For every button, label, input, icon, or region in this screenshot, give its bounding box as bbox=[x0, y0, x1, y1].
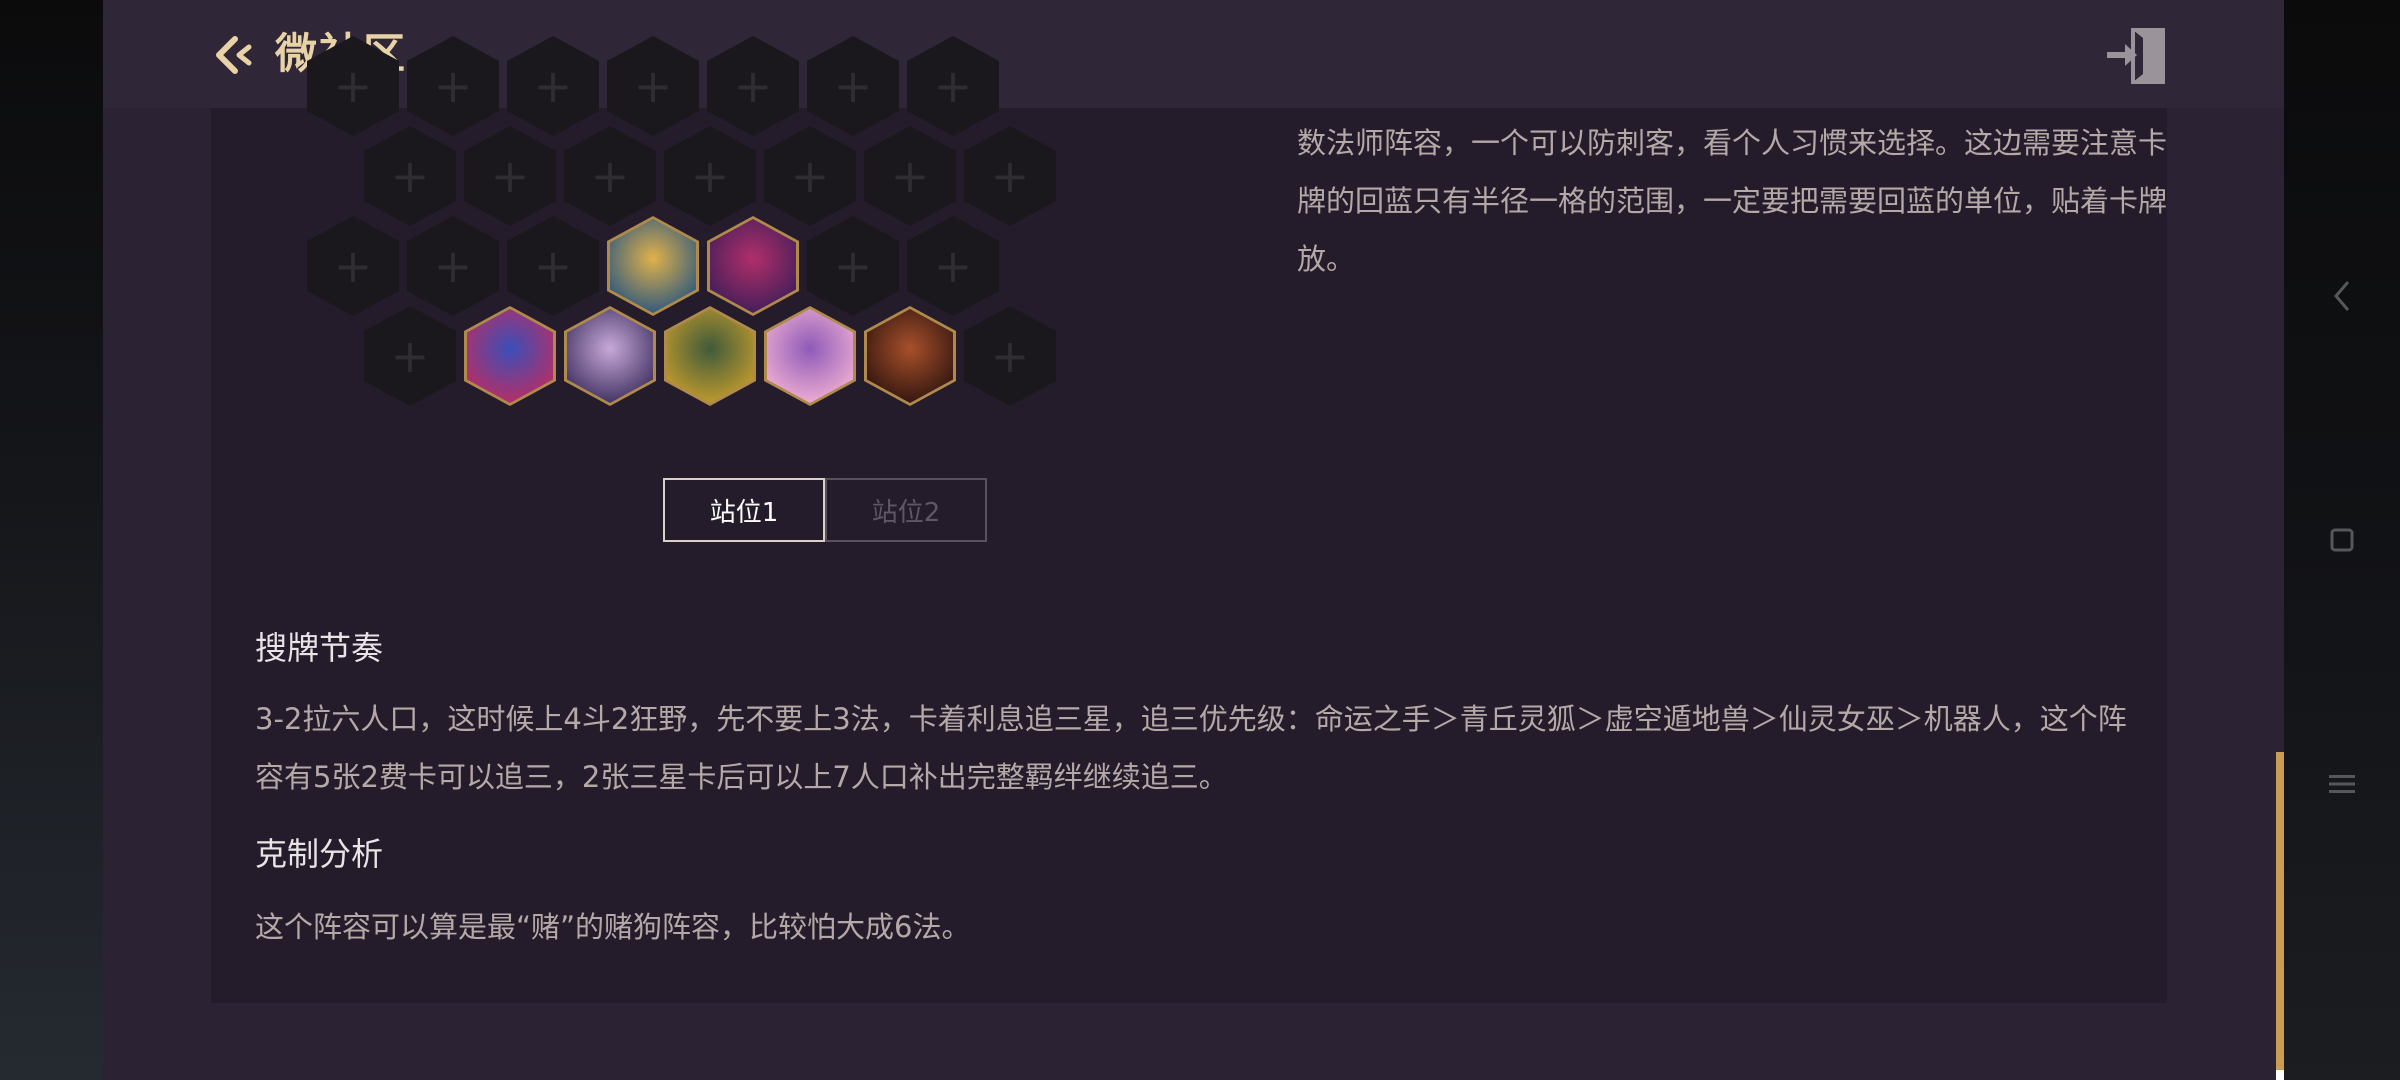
robot-portrait bbox=[610, 219, 696, 313]
plus-icon: + bbox=[533, 239, 573, 293]
empty-hex-slot: + bbox=[407, 216, 499, 316]
empty-hex-slot: + bbox=[364, 306, 456, 406]
empty-hex-slot: + bbox=[507, 216, 599, 316]
empty-hex-slot: + bbox=[564, 126, 656, 226]
app-window: 微社区 +++++++++++++++++++++ 数法师阵容，一个可以防刺客，… bbox=[103, 0, 2284, 1080]
void-burrow-portrait bbox=[710, 219, 796, 313]
empty-hex-slot: + bbox=[864, 126, 956, 226]
scrollbar-end-marker bbox=[2276, 1070, 2284, 1080]
twisted-fate-portrait bbox=[667, 309, 753, 403]
scrollbar[interactable] bbox=[2276, 752, 2284, 1080]
champion-hex-void-dragon bbox=[464, 306, 556, 406]
plus-icon: + bbox=[933, 59, 973, 113]
plus-icon: + bbox=[333, 239, 373, 293]
left-screen-edge bbox=[0, 0, 103, 1080]
lineup-description: 数法师阵容，一个可以防刺客，看个人习惯来选择。这边需要注意卡牌的回蓝只有半径一格… bbox=[1297, 126, 2168, 276]
plus-icon: + bbox=[990, 329, 1030, 383]
position-tabs: 站位1 站位2 bbox=[663, 478, 987, 542]
back-button[interactable] bbox=[209, 30, 259, 80]
plus-icon: + bbox=[633, 59, 673, 113]
tab-position-2[interactable]: 站位2 bbox=[825, 478, 987, 542]
plus-icon: + bbox=[390, 149, 430, 203]
plus-icon: + bbox=[333, 59, 373, 113]
nav-home-button[interactable] bbox=[2316, 514, 2368, 566]
plus-icon: + bbox=[433, 239, 473, 293]
monkey-king-portrait bbox=[867, 309, 953, 403]
exit-button[interactable] bbox=[2103, 26, 2167, 86]
plus-icon: + bbox=[790, 149, 830, 203]
champion-hex-fox-spirit bbox=[564, 306, 656, 406]
empty-hex-slot: + bbox=[664, 126, 756, 226]
plus-icon: + bbox=[390, 329, 430, 383]
tab-position-1[interactable]: 站位1 bbox=[663, 478, 825, 542]
champion-hex-monkey-king bbox=[864, 306, 956, 406]
exit-door-icon bbox=[2107, 28, 2165, 84]
plus-icon: + bbox=[890, 149, 930, 203]
recent-apps-square-icon bbox=[2330, 528, 2354, 552]
plus-icon: + bbox=[833, 59, 873, 113]
plus-icon: + bbox=[690, 149, 730, 203]
fox-spirit-portrait bbox=[567, 309, 653, 403]
nav-menu-button[interactable] bbox=[2316, 758, 2368, 810]
empty-hex-slot: + bbox=[807, 216, 899, 316]
witch-portrait bbox=[767, 309, 853, 403]
nav-back-button[interactable] bbox=[2316, 270, 2368, 322]
plus-icon: + bbox=[433, 59, 473, 113]
empty-hex-slot: + bbox=[964, 306, 1056, 406]
plus-icon: + bbox=[833, 239, 873, 293]
empty-hex-slot: + bbox=[464, 126, 556, 226]
plus-icon: + bbox=[490, 149, 530, 203]
lineup-card: + + + + + + + + + + + + + + + + + + + + + 数法师阵容，一个可以防刺客，看个人习… bbox=[211, 36, 2167, 1003]
plus-icon: + bbox=[733, 59, 773, 113]
empty-hex-slot: + bbox=[764, 126, 856, 226]
champion-hex-robot bbox=[607, 216, 699, 316]
section-title-counter-analysis: 克制分析 bbox=[255, 835, 384, 873]
section-text-counter-analysis: 这个阵容可以算是最“赌”的赌狗阵容，比较怕大成6法。 bbox=[255, 910, 971, 944]
plus-icon: + bbox=[990, 149, 1030, 203]
champion-hex-witch bbox=[764, 306, 856, 406]
section-title-card-rhythm: 搜牌节奏 bbox=[255, 629, 384, 667]
empty-hex-slot: + bbox=[907, 216, 999, 316]
champion-hex-twisted-fate bbox=[664, 306, 756, 406]
empty-hex-slot: + bbox=[964, 126, 1056, 226]
empty-hex-slot: + bbox=[307, 216, 399, 316]
section-text-card-rhythm: 3-2拉六人口，这时候上4斗2狂野，先不要上3法，卡着利息追三星，追三优先级：命… bbox=[255, 702, 2127, 794]
empty-hex-slot: + bbox=[364, 126, 456, 226]
plus-icon: + bbox=[533, 59, 573, 113]
champion-hex-void-burrow bbox=[707, 216, 799, 316]
void-dragon-portrait bbox=[467, 309, 553, 403]
double-chevron-left-icon bbox=[216, 36, 252, 74]
plus-icon: + bbox=[933, 239, 973, 293]
plus-icon: + bbox=[590, 149, 630, 203]
menu-lines-icon bbox=[2329, 775, 2355, 793]
back-chevron-icon bbox=[2334, 281, 2350, 311]
